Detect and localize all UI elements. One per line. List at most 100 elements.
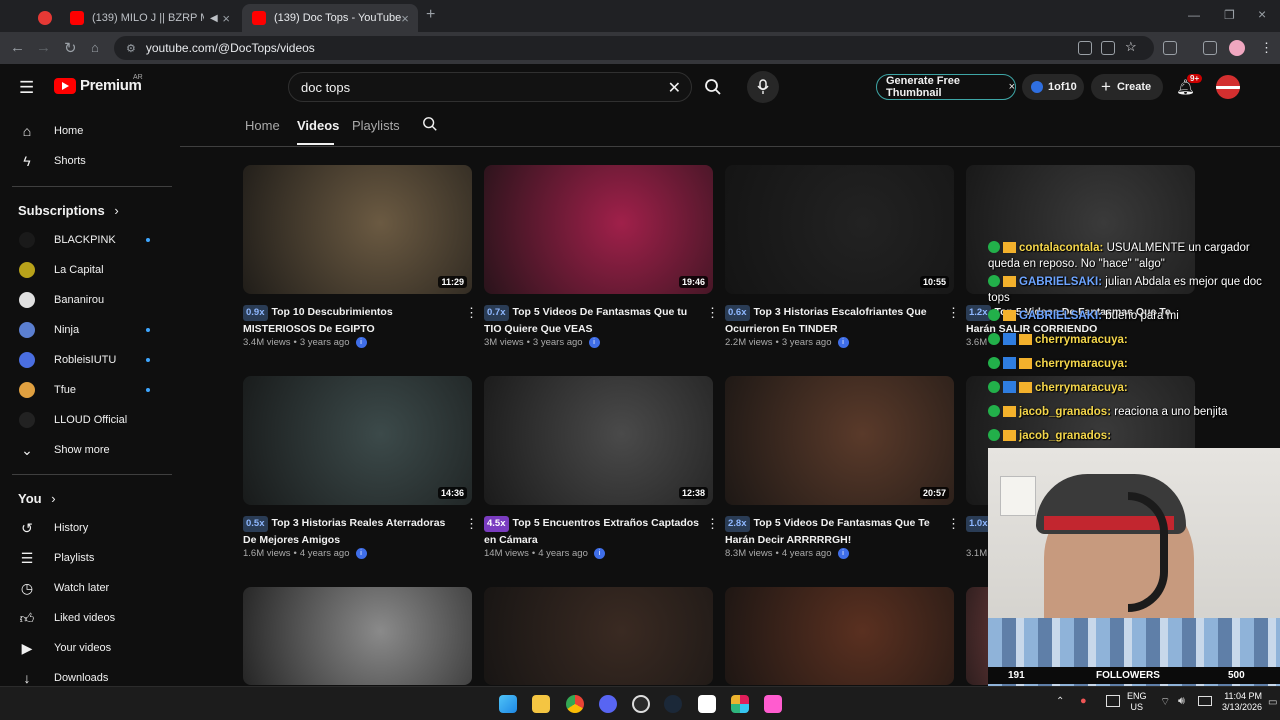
video-thumbnail[interactable] xyxy=(725,587,954,685)
video-card[interactable]: 20:57 2.8x Top 5 Videos De Fantasmas Que T… xyxy=(725,376,960,576)
address-bar[interactable]: ⚙ youtube.com/@DocTops/videos xyxy=(114,36,1154,60)
minimize-icon[interactable]: — xyxy=(1188,8,1200,22)
video-menu-kebab-icon[interactable]: ⋮ xyxy=(706,516,719,532)
mic-tray-icon[interactable]: ● xyxy=(1080,695,1087,707)
video-card[interactable]: 19:46 0.7x Top 5 Videos De Fantasmas Que t… xyxy=(484,165,719,365)
sidebar-item-subscription[interactable]: BLACKPINK xyxy=(0,225,172,255)
info-icon[interactable]: i xyxy=(355,337,367,348)
sidebar-item-playlists[interactable]: ☰ Playlists xyxy=(0,543,172,573)
video-menu-kebab-icon[interactable]: ⋮ xyxy=(465,516,478,532)
clock[interactable]: 11:04 PM 3/13/2026 xyxy=(1222,691,1262,713)
tab-home[interactable]: Home xyxy=(245,118,280,133)
generate-thumbnail-button[interactable]: Generate Free Thumbnail × xyxy=(876,74,1016,100)
subscriptions-heading[interactable]: Subscriptions › xyxy=(18,203,119,218)
video-title[interactable]: 2.8x Top 5 Videos De Fantasmas Que Te Har… xyxy=(725,515,940,548)
new-tab-button[interactable]: + xyxy=(426,6,435,24)
video-title[interactable]: 4.5x Top 5 Encuentros Extraños Captados e… xyxy=(484,515,699,548)
forward-icon[interactable]: → xyxy=(36,39,51,56)
bookmark-star-icon[interactable]: ☆ xyxy=(1125,39,1137,55)
video-card[interactable]: 12:38 4.5x Top 5 Encuentros Extraños Capta… xyxy=(484,376,719,576)
video-card[interactable] xyxy=(725,587,954,685)
account-avatar[interactable] xyxy=(1216,75,1240,99)
close-window-icon[interactable]: × xyxy=(1258,6,1266,22)
tab-pinned[interactable] xyxy=(28,4,58,32)
info-icon[interactable]: i xyxy=(355,548,367,559)
sidebar-item-liked-videos[interactable]: 👍︎ Liked videos xyxy=(0,603,172,633)
tab-doc-tops[interactable]: (139) Doc Tops - YouTube × xyxy=(242,4,418,32)
wifi-icon[interactable]: ⌔ xyxy=(1160,695,1170,709)
hamburger-menu-icon[interactable]: ☰ xyxy=(19,78,34,98)
close-icon[interactable]: × xyxy=(1009,81,1015,93)
video-card[interactable]: 10:55 0.6x Top 3 Historias Escalofriantes … xyxy=(725,165,960,365)
sidebar-item-your-videos[interactable]: ▶ Your videos xyxy=(0,633,172,663)
notion-icon[interactable] xyxy=(698,695,716,713)
video-thumbnail[interactable]: 20:57 xyxy=(725,376,954,505)
voice-search-button[interactable] xyxy=(747,71,779,103)
info-icon[interactable]: i xyxy=(837,337,849,348)
you-heading[interactable]: You › xyxy=(18,491,56,506)
info-icon[interactable]: i xyxy=(588,337,600,348)
video-thumbnail[interactable]: 19:46 xyxy=(484,165,713,294)
video-card[interactable]: 14:36 0.5x Top 3 Historias Reales Aterrado… xyxy=(243,376,478,576)
cast-icon[interactable] xyxy=(1101,41,1115,55)
info-icon[interactable]: i xyxy=(837,548,849,559)
extensions-icon[interactable] xyxy=(1163,41,1177,55)
info-icon[interactable]: i xyxy=(593,548,605,559)
media-icon[interactable] xyxy=(1203,41,1217,55)
close-tab-icon[interactable]: × xyxy=(401,11,409,26)
video-thumbnail[interactable]: 14:36 xyxy=(243,376,472,505)
video-thumbnail[interactable]: 10:55 xyxy=(725,165,954,294)
sidebar-item-subscription[interactable]: RobleisIUTU xyxy=(0,345,172,375)
video-menu-kebab-icon[interactable]: ⋮ xyxy=(706,305,719,321)
sidebar-item-subscription[interactable]: Ninja xyxy=(0,315,172,345)
app-icon[interactable] xyxy=(764,695,782,713)
video-card[interactable]: 11:29 0.9x Top 10 Descubrimientos MISTERIO… xyxy=(243,165,478,365)
steam-icon[interactable] xyxy=(664,695,682,713)
profile-avatar[interactable] xyxy=(1229,40,1245,56)
tab-videos[interactable]: Videos xyxy=(297,118,339,133)
site-settings-icon[interactable]: ⚙ xyxy=(126,42,136,55)
video-menu-kebab-icon[interactable]: ⋮ xyxy=(947,516,960,532)
sidebar-item-home[interactable]: ⌂ Home xyxy=(0,116,172,146)
restore-icon[interactable]: ❐ xyxy=(1224,8,1235,22)
video-thumbnail[interactable] xyxy=(243,587,472,685)
sidebar-item-subscription[interactable]: LLOUD Official xyxy=(0,405,172,435)
video-thumbnail[interactable]: 12:38 xyxy=(484,376,713,505)
sidebar-item-shorts[interactable]: ϟ Shorts xyxy=(0,146,172,176)
show-more-button[interactable]: ⌄ Show more xyxy=(0,435,172,465)
language-indicator[interactable]: ENG US xyxy=(1127,691,1147,713)
video-menu-kebab-icon[interactable]: ⋮ xyxy=(947,305,960,321)
video-thumbnail[interactable]: 11:29 xyxy=(243,165,472,294)
chrome-icon[interactable] xyxy=(566,695,584,713)
tab-milo-j[interactable]: (139) MILO J || BZRP Music ◀︎ × xyxy=(60,4,240,32)
clear-search-icon[interactable]: ✕ xyxy=(668,78,681,98)
translate-icon[interactable] xyxy=(1078,41,1092,55)
video-card[interactable] xyxy=(243,587,472,685)
close-tab-icon[interactable]: × xyxy=(222,11,230,26)
tray-overflow-icon[interactable]: ⌃ xyxy=(1056,696,1064,707)
start-icon[interactable] xyxy=(499,695,517,713)
back-icon[interactable]: ← xyxy=(10,39,25,56)
create-button[interactable]: + Create xyxy=(1091,74,1163,100)
video-title[interactable]: 0.6x Top 3 Historias Escalofriantes Que O… xyxy=(725,304,940,337)
speaker-icon[interactable]: ◀︎ xyxy=(210,13,218,24)
file-explorer-icon[interactable] xyxy=(532,695,550,713)
video-card[interactable] xyxy=(484,587,713,685)
discord-icon[interactable] xyxy=(599,695,617,713)
menu-kebab-icon[interactable]: ⋮ xyxy=(1260,40,1273,56)
sidebar-item-subscription[interactable]: La Capital xyxy=(0,255,172,285)
tray-app-icon[interactable] xyxy=(1106,695,1120,707)
home-icon[interactable]: ⌂ xyxy=(91,40,99,55)
sidebar-item-subscription[interactable]: Bananirou xyxy=(0,285,172,315)
channel-search-button[interactable] xyxy=(422,116,438,137)
obs-icon[interactable] xyxy=(632,695,650,713)
sidebar-item-subscription[interactable]: Tfue xyxy=(0,375,172,405)
video-thumbnail[interactable] xyxy=(484,587,713,685)
video-title[interactable]: 0.5x Top 3 Historias Reales Aterradoras D… xyxy=(243,515,458,548)
search-button[interactable] xyxy=(697,72,729,102)
slack-icon[interactable] xyxy=(731,695,749,713)
battery-icon[interactable] xyxy=(1198,696,1212,706)
reload-icon[interactable]: ↻ xyxy=(64,39,77,57)
counter-pill[interactable]: 1of10 xyxy=(1022,74,1084,100)
volume-icon[interactable]: 🔊︎ xyxy=(1178,695,1185,708)
